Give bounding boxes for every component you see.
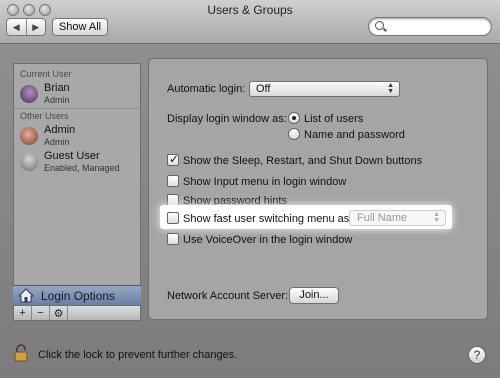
checkbox-show-sleep-restart-shutdown[interactable] bbox=[167, 152, 179, 166]
lock-icon[interactable] bbox=[14, 344, 28, 362]
fast-user-switching-value: Full Name bbox=[357, 212, 408, 224]
search-icon bbox=[375, 21, 384, 30]
join-button[interactable]: Join... bbox=[289, 287, 339, 304]
preferences-window: Users & Groups ◀ ▶ Show All Current User… bbox=[0, 0, 500, 378]
login-options-label: Login Options bbox=[41, 289, 116, 303]
login-options-panel bbox=[148, 58, 488, 320]
window-title: Users & Groups bbox=[207, 3, 293, 17]
automatic-login-label: Automatic login: bbox=[167, 83, 246, 95]
gear-icon[interactable]: ⚙ bbox=[50, 306, 68, 320]
radio-list-of-users[interactable] bbox=[288, 112, 300, 124]
checkbox-fast-user-switching[interactable] bbox=[167, 212, 179, 224]
user-role: Enabled, Managed bbox=[44, 163, 120, 173]
checkbox-show-input-menu[interactable] bbox=[167, 175, 179, 187]
user-role: Admin bbox=[44, 95, 70, 105]
display-window-label: Display login window as: bbox=[167, 113, 287, 125]
list-toolbar: + − ⚙ bbox=[13, 305, 141, 321]
radio-label: List of users bbox=[304, 113, 364, 125]
other-users-header: Other Users bbox=[20, 111, 69, 121]
radio-label: Name and password bbox=[304, 129, 405, 141]
avatar bbox=[20, 85, 38, 103]
user-name: Guest User bbox=[44, 150, 100, 162]
house-icon bbox=[18, 288, 34, 303]
fast-user-switching-popup[interactable]: Full Name ▲ ▼ bbox=[349, 210, 446, 226]
divider bbox=[14, 108, 140, 109]
avatar bbox=[20, 127, 38, 145]
automatic-login-value: Off bbox=[256, 83, 271, 95]
automatic-login-popup[interactable]: Off ▲ ▼ bbox=[249, 81, 400, 97]
chevron-updown-icon: ▲ ▼ bbox=[387, 82, 394, 95]
checkbox-use-voiceover[interactable] bbox=[167, 233, 179, 245]
chevron-updown-icon: ▲ ▼ bbox=[433, 211, 440, 224]
back-forward-control: ◀ ▶ bbox=[6, 18, 46, 36]
user-item-guest[interactable]: Guest User Enabled, Managed bbox=[20, 150, 138, 176]
show-all-button[interactable]: Show All bbox=[52, 18, 108, 36]
network-account-server-label: Network Account Server: bbox=[167, 290, 289, 302]
radio-name-and-password[interactable] bbox=[288, 128, 300, 140]
user-item-brian[interactable]: Brian Admin bbox=[20, 82, 138, 108]
title-bar: Users & Groups ◀ ▶ Show All bbox=[0, 0, 500, 44]
users-list: Current User Brian Admin Other Users Adm… bbox=[13, 63, 141, 305]
checkbox-label: Show the Sleep, Restart, and Shut Down b… bbox=[183, 155, 423, 167]
lock-message: Click the lock to prevent further change… bbox=[38, 349, 238, 361]
help-button[interactable]: ? bbox=[468, 346, 486, 364]
checkbox-label: Use VoiceOver in the login window bbox=[183, 234, 353, 246]
user-name: Brian bbox=[44, 82, 70, 94]
remove-user-button[interactable]: − bbox=[32, 306, 50, 320]
current-user-header: Current User bbox=[20, 69, 72, 79]
forward-button[interactable]: ▶ bbox=[25, 19, 46, 35]
search-field[interactable] bbox=[368, 17, 492, 36]
checkbox-label: Show fast user switching menu as bbox=[183, 213, 350, 225]
user-name: Admin bbox=[44, 124, 76, 136]
user-item-admin[interactable]: Admin Admin bbox=[20, 124, 138, 150]
back-button[interactable]: ◀ bbox=[7, 19, 26, 35]
checkbox-label: Show Input menu in login window bbox=[183, 176, 347, 188]
avatar bbox=[20, 153, 38, 171]
login-options-item[interactable]: Login Options bbox=[13, 285, 141, 305]
add-user-button[interactable]: + bbox=[14, 306, 32, 320]
user-role: Admin bbox=[44, 137, 70, 147]
